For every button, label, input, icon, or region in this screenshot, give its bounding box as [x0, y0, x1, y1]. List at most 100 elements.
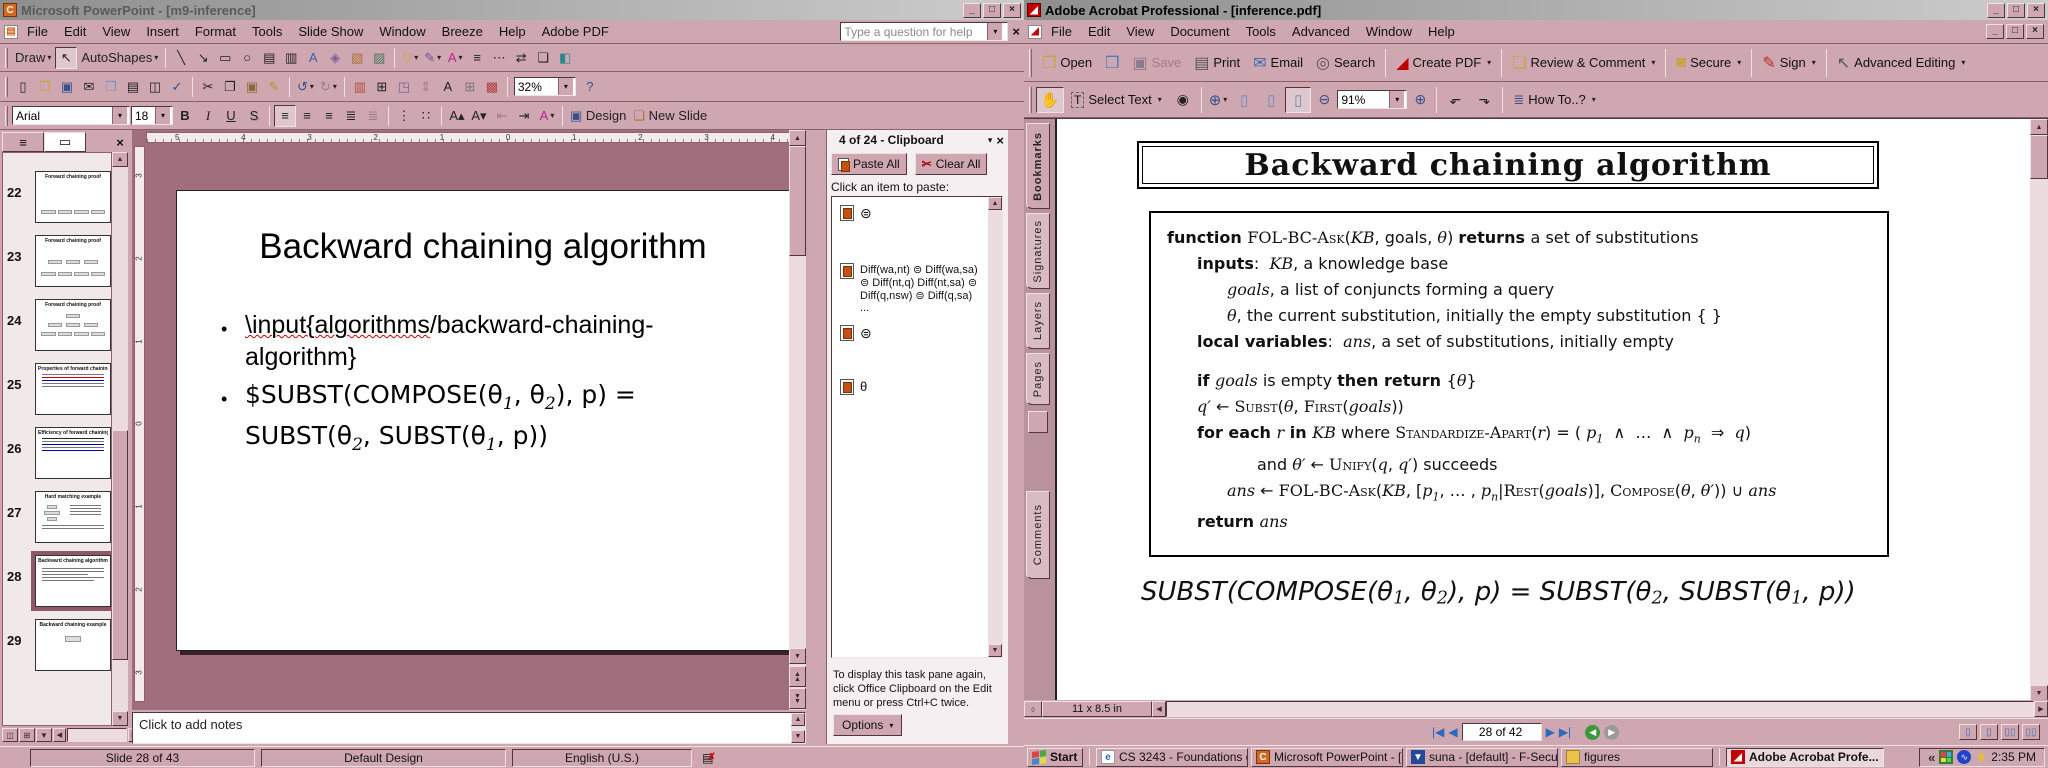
clear-all-button[interactable]: ✂Clear All — [915, 153, 988, 175]
tab-layers[interactable]: Layers — [1026, 293, 1050, 349]
notes-scrollbar[interactable]: ▲ ▼ — [791, 713, 805, 743]
dash-style-button[interactable]: ⋯ — [488, 47, 510, 69]
close-icon[interactable]: × — [1003, 3, 1021, 18]
print-button[interactable]: ▤Print — [1188, 50, 1246, 76]
scroll-left-icon[interactable]: ◀ — [1152, 701, 1166, 717]
scroll-left-icon[interactable]: ◀ — [53, 728, 66, 742]
menu-slide-show[interactable]: Slide Show — [291, 21, 370, 42]
select-text-button[interactable]: TSelect Text▾ — [1065, 87, 1168, 113]
draw-menu-button[interactable]: Draw▾ — [12, 47, 54, 69]
menu-window[interactable]: Window — [1359, 21, 1419, 42]
tab-outline[interactable]: ≡ — [2, 132, 44, 152]
notes-pane[interactable]: Click to add notes ▲ ▼ — [132, 712, 806, 744]
increase-indent-button[interactable]: ⇥ — [513, 105, 535, 127]
scroll-down-icon[interactable]: ▼ — [988, 644, 1002, 657]
menu-document[interactable]: Document — [1163, 21, 1236, 42]
help-question-input[interactable] — [841, 25, 987, 39]
font-name-input[interactable] — [13, 109, 112, 123]
horizontal-scrollbar[interactable] — [1166, 701, 2034, 717]
taskbar-item-figures-folder[interactable]: figures — [1561, 748, 1713, 767]
clipboard-item[interactable]: ⊜ — [840, 325, 982, 342]
spelling-status-icon[interactable]: ▤✗ — [698, 749, 720, 767]
save-button[interactable]: ▣ — [56, 76, 78, 98]
actual-size-button[interactable]: ▯ — [1231, 87, 1257, 113]
menu-advanced[interactable]: Advanced — [1285, 21, 1357, 42]
scrollbar-thumb[interactable] — [789, 146, 806, 256]
slide-scrollbar[interactable]: ▲ ▼ ▲▲ ▼▼ — [789, 130, 806, 710]
continuous-layout-icon[interactable]: ▯ — [1980, 724, 1998, 740]
tray-chevron-icon[interactable]: « — [1928, 750, 1935, 765]
align-left-button[interactable]: ≡ — [274, 105, 296, 127]
color-schemes-button[interactable]: ▩ — [481, 76, 503, 98]
menu-edit[interactable]: Edit — [57, 21, 93, 42]
page-number-input[interactable] — [1463, 725, 1539, 739]
autoshapes-menu-button[interactable]: AutoShapes▾ — [78, 47, 161, 69]
help-question-box[interactable]: ▾ — [840, 22, 1008, 41]
how-to-button[interactable]: ≣How To..?▾ — [1507, 87, 1602, 113]
email-button[interactable]: ✉Email — [1247, 50, 1309, 76]
menu-view[interactable]: View — [1119, 21, 1161, 42]
arrow-style-button[interactable]: ⇄ — [510, 47, 532, 69]
numbering-button[interactable]: ⋮ — [393, 105, 415, 127]
print-button[interactable]: ▤ — [122, 76, 144, 98]
new-button[interactable]: ▯ — [12, 76, 34, 98]
picture-button[interactable]: ▨ — [368, 47, 390, 69]
status-slide-indicator[interactable]: Slide 28 of 43 — [30, 749, 255, 767]
last-page-icon[interactable]: ▶| — [1559, 725, 1571, 739]
close-icon[interactable]: × — [2027, 3, 2045, 18]
slide-thumbnail[interactable]: Forward chaining proof — [35, 171, 111, 223]
minimize-icon[interactable]: _ — [963, 3, 981, 18]
spelling-button[interactable]: ✓ — [166, 76, 188, 98]
minimize-document-icon[interactable]: _ — [1986, 24, 2004, 39]
slide-design-button[interactable]: ▣ Design — [567, 105, 629, 127]
scroll-up-icon[interactable]: ▲ — [791, 713, 805, 726]
menu-window[interactable]: Window — [372, 21, 432, 42]
paste-all-button[interactable]: Paste All — [831, 153, 907, 175]
taskbar-item-browser[interactable]: eCS 3243 - Foundations of ... — [1096, 748, 1248, 767]
scroll-up-icon[interactable]: ▲ — [789, 130, 806, 146]
status-language[interactable]: English (U.S.) — [512, 749, 692, 767]
fill-color-button[interactable]: ▽▾ — [399, 47, 421, 69]
next-slide-button[interactable]: ▼▼ — [789, 688, 806, 709]
slide-thumbnail-selected[interactable]: Backward chaining algorithm — [35, 555, 111, 607]
redo-button[interactable]: ↻▾ — [317, 76, 340, 98]
chevron-down-icon[interactable]: ▾ — [1389, 91, 1404, 108]
toolbar-handle[interactable] — [5, 48, 8, 68]
slide-show-view-icon[interactable]: ▼ — [36, 728, 52, 742]
taskbar-item-powerpoint[interactable]: CMicrosoft PowerPoint - [m... — [1251, 748, 1403, 767]
text-box-button[interactable]: ▤ — [258, 47, 280, 69]
menu-tools[interactable]: Tools — [245, 21, 289, 42]
restore-document-icon[interactable]: □ — [2006, 24, 2024, 39]
chevron-down-icon[interactable]: ▾ — [155, 107, 170, 124]
scroll-down-icon[interactable]: ▼ — [112, 711, 128, 726]
split-view-icon[interactable]: ⬨ — [1024, 701, 1042, 717]
options-button[interactable]: Options▾ — [833, 714, 902, 736]
slide-title[interactable]: Backward chaining algorithm — [177, 227, 789, 267]
line-button[interactable]: ╲ — [170, 47, 192, 69]
clock[interactable]: 2:35 PM — [1991, 750, 2036, 764]
slide-body[interactable]: • \input{algorithms/backward-chaining- a… — [221, 309, 789, 461]
italic-button[interactable]: I — [197, 105, 219, 127]
open-button[interactable]: ❒ — [34, 76, 56, 98]
pdf-page[interactable]: Backward chaining algorithm function FOL… — [1055, 119, 2030, 701]
zoom-combo[interactable]: ▾ — [514, 77, 576, 96]
insert-pages-button[interactable]: ⬎ — [1470, 87, 1498, 113]
menu-view[interactable]: View — [95, 21, 137, 42]
shadow-style-button[interactable]: ❏ — [532, 47, 554, 69]
mail-button[interactable]: ✉ — [78, 76, 100, 98]
arrow-button[interactable]: ↘ — [192, 47, 214, 69]
zoom-in-tool-button[interactable]: ⊕▾ — [1206, 87, 1231, 113]
new-slide-button[interactable]: ❏ New Slide — [630, 105, 710, 127]
search-button[interactable]: ◎Search — [1310, 50, 1381, 76]
tab-slides[interactable]: ▭ — [44, 132, 86, 152]
clipboard-item[interactable]: θ — [840, 379, 982, 395]
line-spacing-button[interactable]: ≣ — [362, 105, 384, 127]
snapshot-tool-button[interactable]: ◉ — [1169, 87, 1197, 113]
clipboard-scrollbar[interactable]: ▲ ▼ — [988, 197, 1002, 657]
font-color-button[interactable]: A▾ — [536, 105, 558, 127]
cut-button[interactable]: ✂ — [197, 76, 219, 98]
save-button[interactable]: ▣Save — [1127, 50, 1188, 76]
font-size-combo[interactable]: ▾ — [131, 106, 173, 125]
scroll-up-icon[interactable]: ▲ — [2030, 119, 2048, 135]
clip-art-button[interactable]: ▧ — [346, 47, 368, 69]
